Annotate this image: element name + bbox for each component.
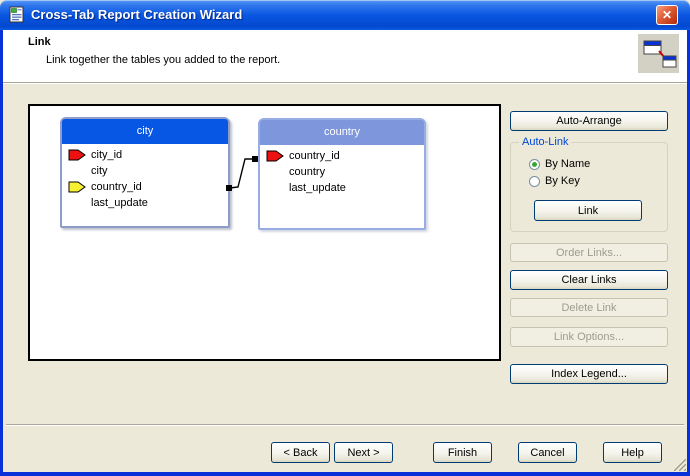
delete-link-button: Delete Link xyxy=(510,298,668,317)
link-button[interactable]: Link xyxy=(534,200,642,221)
link-canvas[interactable]: city city_id city country_id xyxy=(28,104,501,361)
report-document-icon xyxy=(8,6,25,23)
clear-links-button[interactable]: Clear Links xyxy=(510,270,668,290)
radio-selected-icon xyxy=(529,159,540,170)
field-name: country_id xyxy=(289,150,340,162)
help-button[interactable]: Help xyxy=(603,442,662,463)
page-subtitle: Link together the tables you added to th… xyxy=(46,54,280,66)
field-name: city xyxy=(91,165,108,177)
table-field-list: country_id country last_update xyxy=(260,145,424,196)
field-row[interactable]: country_id xyxy=(266,148,420,164)
field-name: last_update xyxy=(289,182,346,194)
table-header[interactable]: country xyxy=(260,120,424,145)
radio-label: By Key xyxy=(545,175,580,187)
footer-divider xyxy=(6,424,684,426)
field-name: last_update xyxy=(91,197,148,209)
cancel-button[interactable]: Cancel xyxy=(518,442,577,463)
radio-by-name[interactable]: By Name xyxy=(529,158,590,170)
window-border-left xyxy=(0,30,3,472)
table-field-list: city_id city country_id last_update xyxy=(62,144,228,211)
field-row[interactable]: country_id xyxy=(68,179,224,195)
table-node-city[interactable]: city city_id city country_id xyxy=(60,117,230,228)
close-button[interactable]: ✕ xyxy=(656,5,678,25)
primary-key-arrow-icon xyxy=(266,150,289,162)
next-button[interactable]: Next > xyxy=(334,442,393,463)
finish-button[interactable]: Finish xyxy=(433,442,492,463)
titlebar[interactable]: Cross-Tab Report Creation Wizard ✕ xyxy=(0,0,690,30)
field-name: country xyxy=(289,166,325,178)
wizard-dialog: Cross-Tab Report Creation Wizard ✕ Link … xyxy=(0,0,690,476)
radio-unselected-icon xyxy=(529,176,540,187)
field-row[interactable]: last_update xyxy=(68,195,224,211)
index-legend-button[interactable]: Index Legend... xyxy=(510,364,668,384)
back-button[interactable]: < Back xyxy=(271,442,330,463)
linked-tables-icon xyxy=(638,34,679,73)
primary-key-arrow-icon xyxy=(68,149,91,161)
auto-arrange-button[interactable]: Auto-Arrange xyxy=(510,111,668,131)
window-title: Cross-Tab Report Creation Wizard xyxy=(31,0,242,30)
radio-by-key[interactable]: By Key xyxy=(529,175,580,187)
link-options-button: Link Options... xyxy=(510,327,668,347)
wizard-step-header: Link Link together the tables you added … xyxy=(3,30,687,83)
window-border-bottom xyxy=(0,472,690,476)
field-row[interactable]: city xyxy=(68,163,224,179)
field-name: country_id xyxy=(91,181,142,193)
close-icon: ✕ xyxy=(662,8,672,22)
page-title: Link xyxy=(28,36,51,48)
index-key-arrow-icon xyxy=(68,181,91,193)
table-header[interactable]: city xyxy=(62,119,228,144)
table-node-country[interactable]: country country_id country last_update xyxy=(258,118,426,230)
radio-label: By Name xyxy=(545,158,590,170)
field-row[interactable]: city_id xyxy=(68,147,224,163)
auto-link-groupbox: Auto-Link By Name By Key Link xyxy=(510,142,668,232)
field-name: city_id xyxy=(91,149,122,161)
field-row[interactable]: country xyxy=(266,164,420,180)
resize-grip[interactable] xyxy=(669,456,686,471)
order-links-button: Order Links... xyxy=(510,243,668,262)
field-row[interactable]: last_update xyxy=(266,180,420,196)
auto-link-label: Auto-Link xyxy=(519,136,571,148)
